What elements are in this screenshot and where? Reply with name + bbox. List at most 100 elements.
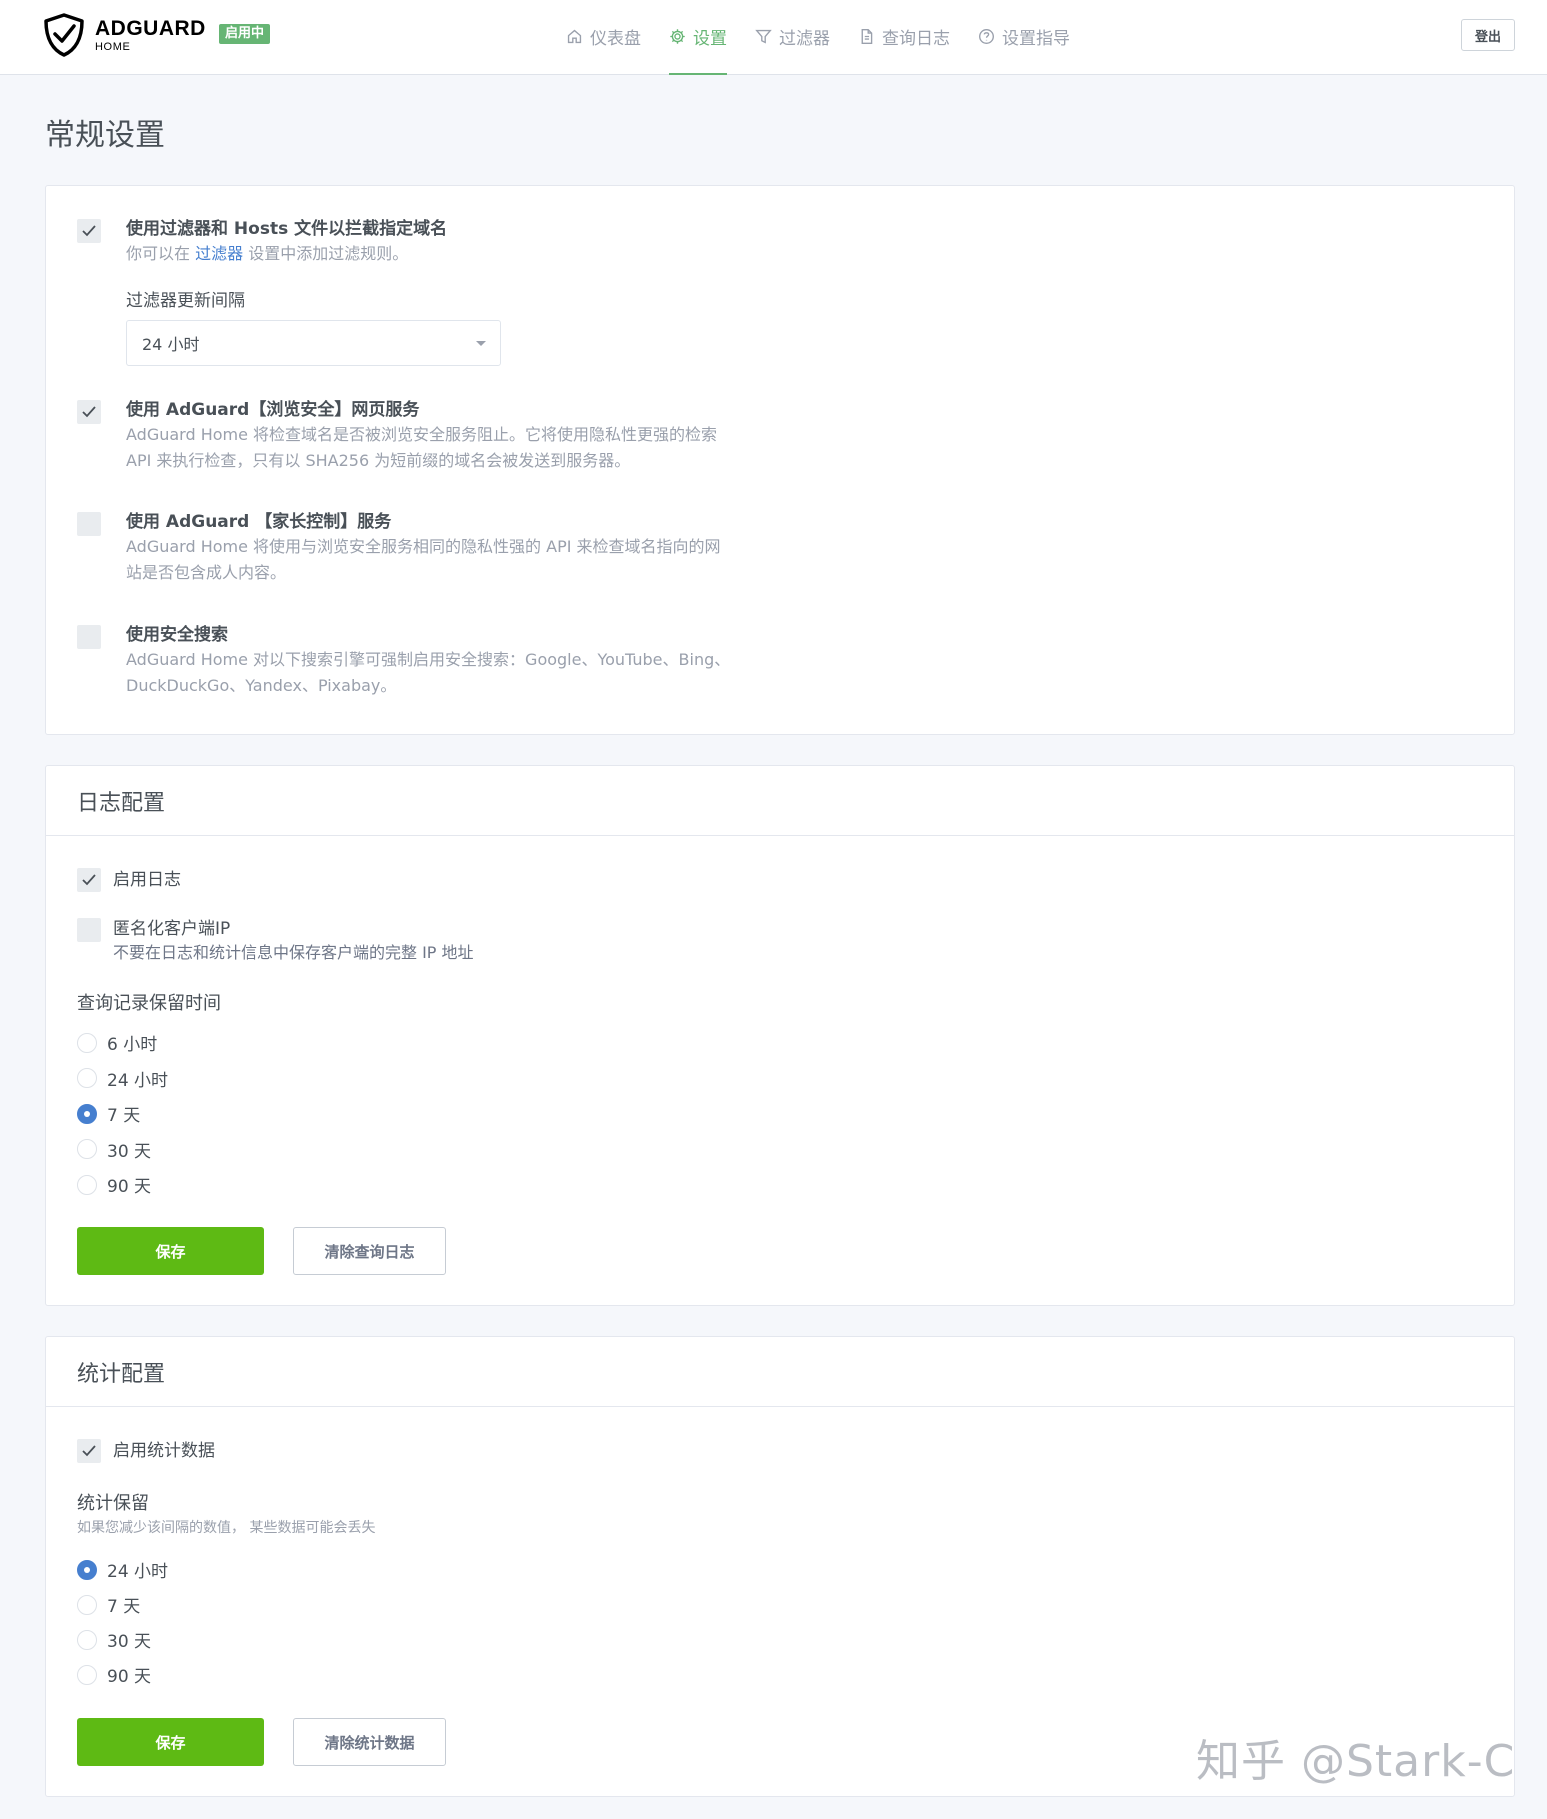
filters-setting: 使用过滤器和 Hosts 文件以拦截指定域名 你可以在 过滤器 设置中添加过滤规… [126, 218, 926, 267]
log-settings-card: 日志配置 启用日志 匿名化客户端IP 不要在日志和统计信息中保存客户端的完整 I… [45, 765, 1515, 1306]
stats-save-button[interactable]: 保存 [77, 1718, 264, 1766]
safebrowsing-desc-line1: AdGuard Home 将检查域名是否被浏览安全服务阻止。它将使用隐私性更强的… [126, 425, 718, 444]
clear-query-log-button[interactable]: 清除查询日志 [293, 1227, 446, 1275]
stats-retention-option-label: 90 天 [107, 1667, 152, 1687]
log-retention-label: 查询记录保留时间 [77, 993, 221, 1014]
parental-setting: 使用 AdGuard 【家长控制】服务 AdGuard Home 将使用与浏览安… [126, 511, 926, 586]
status-badge: 启用中 [219, 24, 271, 44]
filter-interval-select[interactable]: 24 小时 [126, 320, 501, 366]
log-retention-radio[interactable] [77, 1068, 97, 1088]
main-nav: 仪表盘 设置 过滤器 查询日志 设置指导 [566, 22, 1098, 75]
nav-filters-label: 过滤器 [779, 28, 830, 49]
stats-retention-radio[interactable] [77, 1664, 97, 1685]
page-title: 常规设置 [45, 118, 165, 153]
log-retention-option-label: 30 天 [107, 1141, 152, 1162]
check-icon [82, 406, 96, 418]
nav-query-log-label: 查询日志 [882, 28, 950, 49]
parental-desc-line1: AdGuard Home 将使用与浏览安全服务相同的隐私性强的 API 来检查域… [126, 537, 721, 556]
anonymize-ip-label: 匿名化客户端IP [113, 919, 231, 939]
nav-setup-guide[interactable]: 设置指导 [978, 22, 1070, 50]
safebrowsing-checkbox[interactable] [77, 400, 101, 424]
nav-dashboard-label: 仪表盘 [590, 28, 641, 49]
stats-retention-option-label: 30 天 [107, 1632, 152, 1652]
nav-settings-label: 设置 [693, 28, 727, 49]
stats-retention-hint: 如果您减少该间隔的数值， 某些数据可能会丢失 [77, 1520, 376, 1536]
gear-icon [670, 28, 685, 44]
check-icon [82, 874, 96, 886]
filter-icon [755, 29, 772, 44]
nav-dashboard[interactable]: 仪表盘 [566, 22, 641, 50]
log-retention-option[interactable]: 7 天 [77, 1101, 140, 1126]
stats-retention-radio[interactable] [77, 1629, 97, 1650]
safesearch-desc-line1: AdGuard Home 对以下搜索引擎可强制启用安全搜索：Google、You… [126, 650, 731, 669]
check-icon [82, 1445, 96, 1457]
safesearch-checkbox[interactable] [77, 625, 101, 649]
watermark: 知乎 @Stark-C [1196, 1736, 1516, 1787]
logout-button[interactable]: 登出 [1461, 19, 1515, 51]
clear-stats-button[interactable]: 清除统计数据 [293, 1718, 446, 1766]
log-retention-radio[interactable] [77, 1174, 97, 1195]
brand-sub: HOME [95, 40, 131, 53]
nav-query-log[interactable]: 查询日志 [858, 22, 950, 50]
stats-retention-option-label: 7 天 [107, 1597, 141, 1617]
safesearch-setting: 使用安全搜索 AdGuard Home 对以下搜索引擎可强制启用安全搜索：Goo… [126, 624, 926, 699]
document-icon [861, 28, 873, 44]
log-save-button[interactable]: 保存 [77, 1227, 264, 1275]
general-settings-card: 使用过滤器和 Hosts 文件以拦截指定域名 你可以在 过滤器 设置中添加过滤规… [45, 185, 1515, 735]
filters-checkbox[interactable] [77, 219, 101, 243]
log-retention-radio[interactable] [77, 1139, 97, 1159]
stats-retention-label: 统计保留 [77, 1493, 149, 1514]
nav-filters[interactable]: 过滤器 [755, 22, 830, 50]
parental-title: 使用 AdGuard 【家长控制】服务 [126, 512, 392, 532]
filters-title: 使用过滤器和 Hosts 文件以拦截指定域名 [126, 219, 448, 239]
parental-desc-line2: 站是否包含成人内容。 [126, 563, 287, 582]
safesearch-title: 使用安全搜索 [126, 625, 228, 645]
enable-log-checkbox[interactable] [77, 868, 101, 892]
top-header: ADGUARD HOME 启用中 仪表盘 设置 过滤器 查询日志 设置指导 登出 [0, 0, 1547, 75]
log-retention-option-label: 6 小时 [107, 1035, 158, 1055]
enable-stats-checkbox[interactable] [77, 1439, 101, 1463]
chevron-down-icon [476, 341, 486, 346]
filter-interval-label: 过滤器更新间隔 [126, 291, 245, 311]
log-retention-option-label: 90 天 [107, 1177, 152, 1197]
adguard-logo[interactable]: ADGUARD HOME [43, 13, 206, 57]
help-circle-icon [979, 28, 994, 44]
filters-desc-post: 设置中添加过滤规则。 [243, 244, 409, 263]
check-icon [82, 225, 96, 237]
filters-desc: 你可以在 过滤器 设置中添加过滤规则。 [126, 241, 926, 267]
safebrowsing-setting: 使用 AdGuard【浏览安全】网页服务 AdGuard Home 将检查域名是… [126, 399, 926, 474]
stats-card-header: 统计配置 [46, 1337, 1514, 1407]
stats-retention-option[interactable]: 30 天 [77, 1627, 151, 1652]
anonymize-ip-checkbox[interactable] [77, 918, 101, 942]
stats-retention-option-label: 24 小时 [107, 1562, 169, 1582]
safebrowsing-desc-line2: API 来执行检查，只有以 SHA256 为短前缀的域名会被发送到服务器。 [126, 451, 631, 470]
filter-interval-value: 24 小时 [142, 335, 200, 354]
log-retention-option[interactable]: 30 天 [77, 1137, 151, 1162]
safesearch-desc-line2: DuckDuckGo、Yandex、Pixabay。 [126, 676, 397, 695]
shield-logo-icon [44, 13, 84, 57]
stats-retention-option[interactable]: 90 天 [77, 1662, 151, 1687]
log-retention-option[interactable]: 6 小时 [77, 1030, 157, 1055]
parental-checkbox[interactable] [77, 512, 101, 536]
nav-settings[interactable]: 设置 [669, 22, 727, 75]
stats-retention-option[interactable]: 24 小时 [77, 1557, 168, 1582]
log-retention-option-label: 7 天 [107, 1106, 141, 1126]
stats-retention-radio[interactable] [77, 1594, 97, 1615]
filters-desc-pre: 你可以在 [126, 244, 196, 263]
home-icon [567, 29, 582, 43]
enable-log-label: 启用日志 [113, 870, 181, 890]
log-retention-option[interactable]: 24 小时 [77, 1066, 168, 1091]
log-card-header: 日志配置 [46, 766, 1514, 836]
stats-retention-radio[interactable] [77, 1559, 97, 1580]
log-retention-radio[interactable] [77, 1103, 97, 1124]
nav-setup-guide-label: 设置指导 [1002, 28, 1070, 49]
stats-retention-option[interactable]: 7 天 [77, 1592, 140, 1617]
log-retention-radio[interactable] [77, 1032, 97, 1053]
log-retention-option-label: 24 小时 [107, 1070, 169, 1091]
brand-name: ADGUARD [95, 16, 206, 40]
log-retention-option[interactable]: 90 天 [77, 1172, 151, 1197]
filters-link[interactable]: 过滤器 [195, 244, 243, 263]
enable-stats-label: 启用统计数据 [113, 1441, 215, 1461]
anonymize-ip-desc: 不要在日志和统计信息中保存客户端的完整 IP 地址 [113, 943, 474, 962]
safebrowsing-title: 使用 AdGuard【浏览安全】网页服务 [126, 400, 420, 420]
